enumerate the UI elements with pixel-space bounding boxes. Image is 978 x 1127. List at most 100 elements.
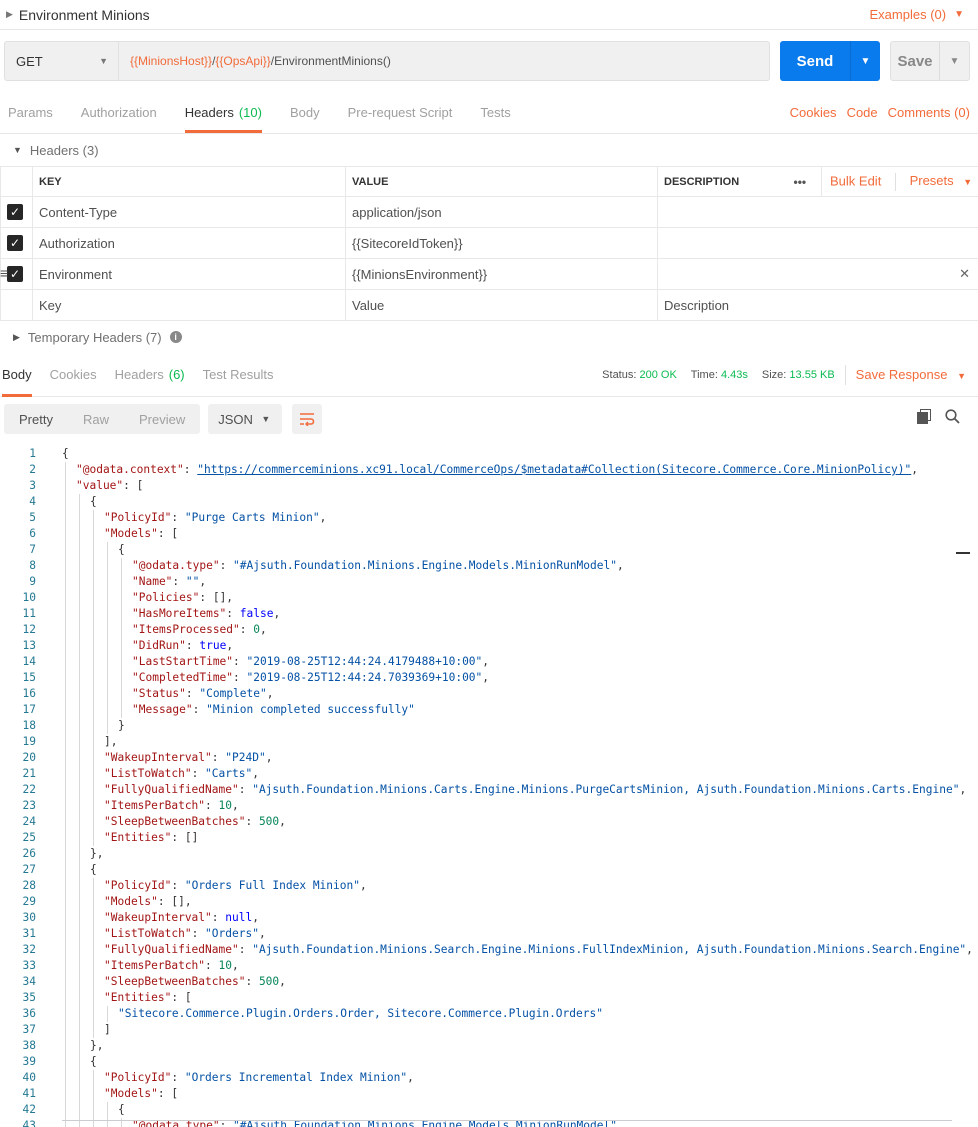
examples-dropdown[interactable]: Examples (0) ▼: [870, 7, 964, 22]
header-description-cell[interactable]: [657, 227, 978, 259]
code-text: "DidRun": true,: [36, 638, 233, 654]
json-key: "PolicyId": [104, 1071, 172, 1084]
copy-icon[interactable]: [917, 409, 931, 428]
json-punct: ,: [279, 815, 286, 828]
indent-guide: [65, 526, 66, 542]
code-text: "FullyQualifiedName": "Ajsuth.Foundation…: [36, 942, 973, 958]
headers-section-toggle[interactable]: ▼ Headers (3): [0, 134, 978, 166]
indent-guide: [79, 990, 80, 1006]
presets-dropdown[interactable]: Presets ▼: [910, 173, 973, 188]
indent-guide: [93, 638, 94, 654]
code-text: "Models": [: [36, 526, 178, 542]
new-description-input[interactable]: Description: [657, 289, 978, 321]
json-punct: ,: [232, 959, 239, 972]
line-number: 40: [22, 1071, 36, 1084]
response-tab-cookies[interactable]: Cookies: [50, 353, 97, 397]
json-string: "Carts": [205, 767, 253, 780]
wrap-lines-button[interactable]: [292, 404, 323, 434]
tab-body[interactable]: Body: [290, 92, 320, 133]
json-punct: ,: [482, 655, 490, 668]
delete-icon[interactable]: ✕: [959, 266, 970, 282]
indent-guide: [93, 1086, 94, 1102]
indent-guide: [65, 1054, 66, 1070]
code-text: {: [36, 1054, 97, 1070]
header-description-cell[interactable]: ✕: [657, 258, 978, 290]
code-line: 10 "Policies": [],: [0, 590, 978, 606]
enabled-checkbox[interactable]: ✓: [7, 204, 23, 220]
header-key-cell[interactable]: Content-Type: [32, 196, 346, 228]
indent-guide: [79, 1070, 80, 1086]
new-value-input[interactable]: Value: [345, 289, 658, 321]
view-mode-pretty[interactable]: Pretty: [4, 404, 68, 434]
send-button[interactable]: Send ▼: [780, 41, 880, 81]
response-tab-test-results[interactable]: Test Results: [203, 353, 274, 397]
indent-guide: [65, 830, 66, 846]
more-options-icon[interactable]: •••: [785, 166, 822, 197]
json-key: "Status": [132, 687, 186, 700]
save-response-button[interactable]: Save Response ▼: [856, 367, 966, 382]
indent-guide: [65, 910, 66, 926]
header-value-cell[interactable]: application/json: [345, 196, 658, 228]
expand-caret-icon[interactable]: ▶: [6, 9, 13, 20]
json-number: 10: [218, 799, 233, 812]
json-key: "FullyQualifiedName": [104, 783, 239, 796]
indent-guide: [107, 590, 108, 606]
response-body-editor[interactable]: 1{2 "@odata.context": "https://commercemi…: [0, 446, 978, 1127]
code-line: 7{: [0, 542, 978, 558]
comments-link[interactable]: Comments (0): [888, 105, 970, 120]
info-icon[interactable]: i: [169, 331, 182, 343]
enabled-checkbox[interactable]: ✓: [7, 266, 23, 282]
presets-label: Presets: [909, 172, 954, 188]
json-literal: null: [225, 911, 253, 924]
tab-tests[interactable]: Tests: [480, 92, 510, 133]
tab-pre-request-script[interactable]: Pre-request Script: [348, 92, 453, 133]
enabled-checkbox[interactable]: ✓: [7, 235, 23, 251]
temporary-headers-toggle[interactable]: ▶ Temporary Headers (7) i: [0, 321, 978, 353]
response-tab-headers[interactable]: Headers (6): [115, 353, 185, 397]
tab-headers[interactable]: Headers (10): [184, 92, 262, 133]
view-mode-preview[interactable]: Preview: [124, 404, 200, 434]
save-options-chevron-icon[interactable]: ▼: [939, 42, 969, 80]
expand-caret-icon: ▶: [13, 331, 20, 342]
indent-guide: [65, 654, 66, 670]
indent-guide: [79, 1022, 80, 1038]
url-input[interactable]: {{MinionsHost}} / {{OpsApi}}/EnvironmentMi…: [119, 41, 770, 81]
indent-guide: [79, 702, 80, 718]
header-description-cell[interactable]: [657, 196, 978, 228]
indent-guide: [65, 590, 66, 606]
send-options-chevron-icon[interactable]: ▼: [850, 41, 880, 81]
json-link[interactable]: "https://commerceminions.xc91.local/Comm…: [197, 463, 911, 476]
indent-guide: [79, 590, 80, 606]
search-icon[interactable]: [945, 409, 960, 428]
header-value-cell[interactable]: {{MinionsEnvironment}}: [345, 258, 658, 290]
indent-guide: [79, 686, 80, 702]
json-string: "Orders Incremental Index Minion": [184, 1071, 408, 1084]
json-punct: :: [205, 799, 219, 812]
request-name[interactable]: Environment Minions: [19, 7, 150, 23]
indent-guide: [65, 878, 66, 894]
json-punct: : [],: [157, 895, 192, 908]
response-tab-body[interactable]: Body: [2, 353, 32, 397]
header-key-cell[interactable]: Authorization: [32, 227, 346, 259]
tab-authorization[interactable]: Authorization: [81, 92, 157, 133]
bulk-edit-link[interactable]: Bulk Edit: [830, 173, 881, 188]
indent-guide: [93, 766, 94, 782]
tab-params[interactable]: Params: [8, 92, 53, 133]
time-value[interactable]: 4.43s: [721, 369, 748, 381]
header-key-cell[interactable]: Environment: [32, 258, 346, 290]
json-key: "ItemsProcessed": [132, 623, 240, 636]
format-select[interactable]: JSON ▼: [208, 404, 283, 434]
size-value[interactable]: 13.55 KB: [789, 369, 834, 381]
save-button[interactable]: Save ▼: [890, 41, 970, 81]
status-value[interactable]: 200 OK: [639, 369, 676, 381]
drag-handle-icon[interactable]: ≡: [0, 265, 8, 281]
header-value-cell[interactable]: {{SitecoreIdToken}}: [345, 227, 658, 259]
status-label: Status:: [602, 368, 637, 381]
cookies-link[interactable]: Cookies: [790, 105, 837, 120]
time-label: Time:: [690, 368, 718, 381]
method-select[interactable]: GET ▼: [4, 41, 119, 81]
new-key-input[interactable]: Key: [32, 289, 346, 321]
json-key: "LastStartTime": [132, 655, 234, 668]
view-mode-raw[interactable]: Raw: [68, 404, 124, 434]
code-link[interactable]: Code: [847, 105, 878, 120]
